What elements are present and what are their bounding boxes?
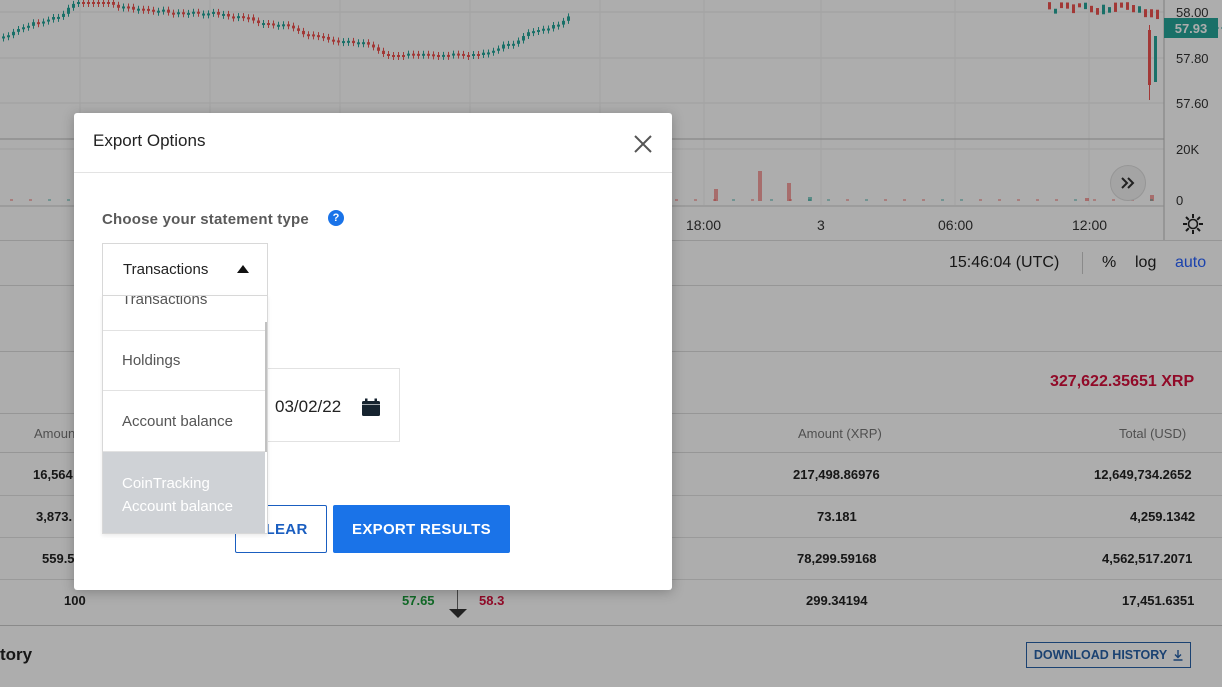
export-results-button[interactable]: EXPORT RESULTS [333, 505, 510, 553]
caret-up-icon [237, 265, 249, 273]
help-icon[interactable]: ? [328, 210, 344, 226]
statement-type-select[interactable]: Transactions [102, 243, 268, 295]
dropdown-option-label: CoinTracking Account balance [122, 475, 233, 515]
end-date-value: 03/02/22 [275, 397, 342, 416]
dropdown-option-account-balance[interactable]: Account balance [103, 391, 265, 452]
statement-type-dropdown[interactable]: Transactions Holdings Account balance Co… [102, 295, 268, 534]
end-date-field[interactable]: 03/02/22 [260, 368, 400, 442]
close-icon[interactable] [630, 131, 656, 157]
dropdown-option-label: Account balance [122, 413, 233, 430]
dropdown-option-cointracking-account-balance[interactable]: CoinTracking Account balance [103, 452, 265, 533]
statement-type-selected-value: Transactions [123, 261, 209, 278]
dropdown-option-label: Holdings [122, 352, 181, 369]
dropdown-option-transactions[interactable]: Transactions [103, 295, 265, 331]
export-options-modal: Export Options Choose your statement typ… [74, 113, 672, 590]
statement-type-label: Choose your statement type [102, 211, 309, 228]
dropdown-option-label: Transactions [122, 295, 208, 308]
dropdown-option-holdings[interactable]: Holdings [103, 331, 265, 391]
modal-header: Export Options [74, 113, 672, 173]
modal-title: Export Options [93, 131, 206, 150]
calendar-icon[interactable] [361, 398, 381, 417]
dropdown-scrollbar[interactable] [265, 322, 267, 452]
